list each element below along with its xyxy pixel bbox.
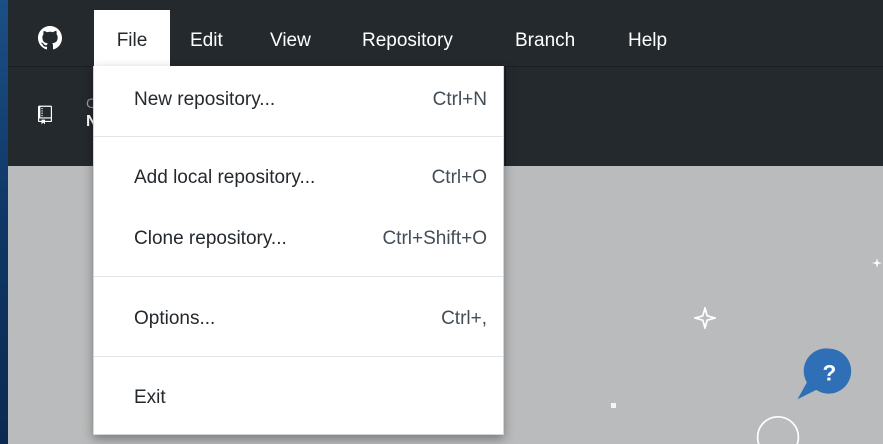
github-logo-icon[interactable] <box>38 26 62 50</box>
menu-branch[interactable]: Branch <box>515 10 575 66</box>
menu-view[interactable]: View <box>270 10 311 66</box>
menu-file[interactable]: File <box>94 10 170 66</box>
menu-item-shortcut: Ctrl+O <box>431 167 487 188</box>
menu-separator <box>94 356 503 357</box>
menu-edit[interactable]: Edit <box>190 10 223 66</box>
menu-item-shortcut: Ctrl+Shift+O <box>382 228 487 249</box>
repository-icon <box>38 105 52 125</box>
menu-item-new-repository[interactable]: New repository... Ctrl+N <box>94 80 503 120</box>
menu-item-label: Clone repository... <box>134 228 287 249</box>
menu-item-label: Options... <box>134 308 216 329</box>
menu-item-add-local-repository[interactable]: Add local repository... Ctrl+O <box>94 158 503 198</box>
menu-item-label: New repository... <box>134 89 276 110</box>
toolbar-divider <box>505 67 506 166</box>
menu-item-shortcut: Ctrl+, <box>441 308 487 329</box>
menu-item-exit[interactable]: Exit <box>94 378 503 418</box>
menu-help[interactable]: Help <box>628 10 667 66</box>
menu-separator <box>94 136 503 137</box>
ring-decoration-icon <box>756 415 800 444</box>
file-menu-dropdown: New repository... Ctrl+N Add local repos… <box>93 66 504 435</box>
menu-repository[interactable]: Repository <box>362 10 453 66</box>
sparkle-small-icon <box>872 258 882 268</box>
repository-selector[interactable]: C N <box>8 67 98 166</box>
menu-item-label: Add local repository... <box>134 167 316 188</box>
menu-item-options[interactable]: Options... Ctrl+, <box>94 299 503 339</box>
desktop-background-strip <box>0 0 8 444</box>
menu-item-clone-repository[interactable]: Clone repository... Ctrl+Shift+O <box>94 219 503 259</box>
dot-decoration <box>611 403 616 408</box>
menu-item-shortcut: Ctrl+N <box>432 89 487 110</box>
menu-item-label: Exit <box>134 387 166 408</box>
sparkle-icon <box>694 307 716 329</box>
svg-text:?: ? <box>823 361 837 386</box>
menu-separator <box>94 276 503 277</box>
help-bubble-icon: ? <box>797 348 852 400</box>
